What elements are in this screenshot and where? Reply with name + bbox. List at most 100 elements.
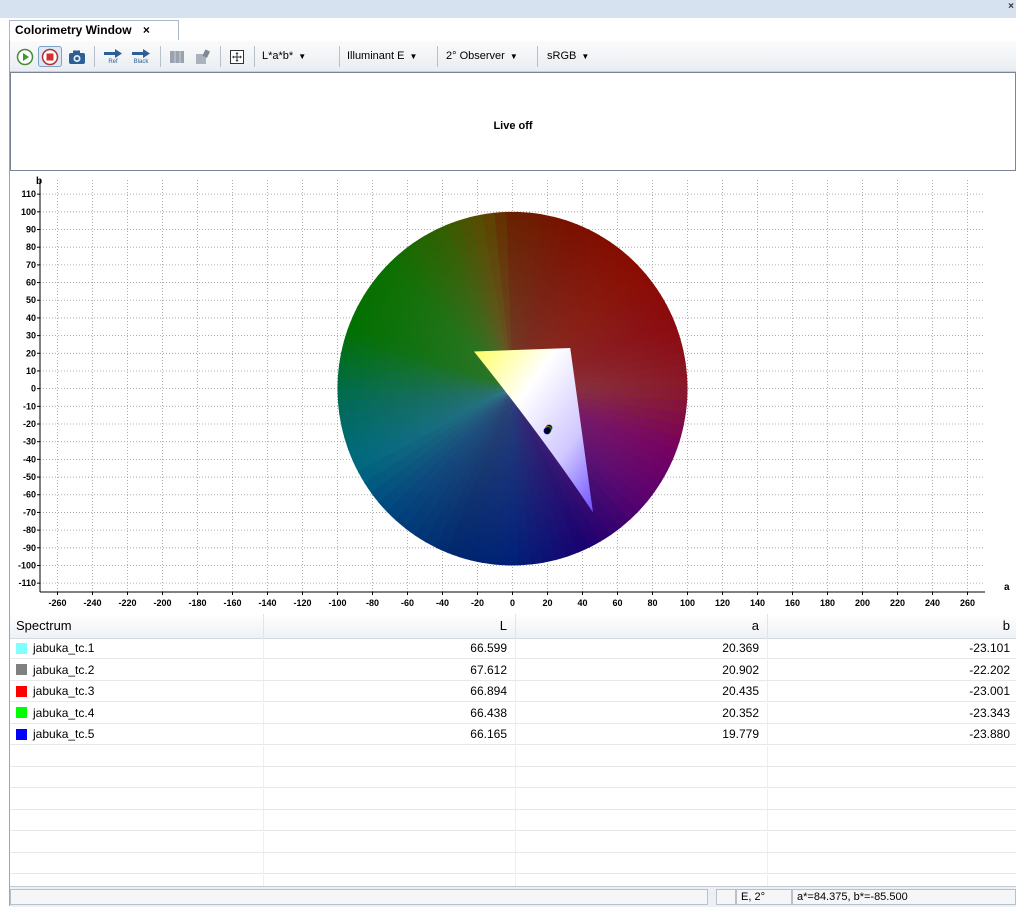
toolbar-separator [537,46,538,67]
spectrum-name: jabuka_tc.1 [33,641,95,655]
paint-icon [196,48,210,64]
y-tick-label: 40 [26,313,36,323]
snapshot-button[interactable] [66,46,88,67]
empty-cell [10,745,264,766]
status-bar: E, 2° a*=84.375, b*=-85.500 [10,886,1016,907]
ref-arrow-icon [104,48,122,58]
table-header: Spectrum L a b [10,614,1016,639]
live-preview-panel: Live off [10,72,1016,171]
reference-button[interactable]: Ref [100,46,126,67]
y-tick-label: -110 [18,578,36,588]
a-cell: 20.902 [516,659,768,680]
y-tick-label: -60 [23,490,36,500]
x-tick-label: 240 [925,598,940,608]
tab-close-icon[interactable]: × [143,23,150,37]
play-button[interactable] [14,46,36,67]
spectrum-name: jabuka_tc.2 [33,662,95,677]
y-tick-label: 10 [26,366,36,376]
paint-button[interactable] [192,46,214,67]
chevron-down-icon: ▼ [298,52,307,61]
spectrum-name: jabuka_tc.4 [33,705,95,720]
x-tick-label: 140 [750,598,765,608]
black-arrow-icon [132,48,150,58]
a-cell: 20.435 [516,681,768,701]
l-cell: 67.612 [264,659,516,680]
y-tick-label: -50 [23,472,36,482]
spectrum-cell: jabuka_tc.4 [10,702,264,723]
observer-dropdown[interactable]: 2° Observer ▼ [446,47,518,66]
x-tick-label: -80 [366,598,379,608]
column-header-b[interactable]: b [768,614,1016,638]
rgb-space-dropdown[interactable]: sRGB ▼ [547,47,589,66]
camera-icon [69,50,85,64]
empty-cell [264,831,516,852]
chevron-down-icon: ▼ [509,52,518,61]
status-observer: E, 2° [736,889,792,905]
l-cell: 66.599 [264,638,516,658]
stop-button[interactable] [38,46,62,67]
y-tick-label: 80 [26,242,36,252]
empty-table-row[interactable] [10,745,1016,767]
empty-table-row[interactable] [10,853,1016,874]
lab-plot-svg[interactable]: -260 -240 -220 -200 -180 -160 -140 -120 -100 -80-… [10,172,1016,612]
y-tick-label: 100 [21,207,36,217]
close-panel-icon[interactable]: × [1008,1,1014,12]
x-tick-label: -160 [223,598,241,608]
color-swatch [16,707,27,718]
empty-table-row[interactable] [10,831,1016,853]
column-header-spectrum[interactable]: Spectrum [10,614,264,638]
rgb-space-value: sRGB [547,50,577,62]
x-tick-label: -40 [436,598,449,608]
empty-cell [10,788,264,809]
chromaticity-plot[interactable]: -260 -240 -220 -200 -180 -160 -140 -120 -100 -80-… [10,172,1016,612]
y-tick-label: 30 [26,331,36,341]
table-row[interactable]: jabuka_tc.2 67.612 20.902 -22.202 [10,659,1016,681]
grid-view-button[interactable] [166,46,188,67]
empty-cell [768,810,1016,830]
column-header-a[interactable]: a [516,614,768,638]
ref-label: Ref [108,58,118,65]
empty-table-row[interactable] [10,788,1016,810]
illuminant-dropdown[interactable]: Illuminant E ▼ [347,47,417,66]
a-cell: 20.369 [516,638,768,658]
tab-title: Colorimetry Window [15,23,132,37]
status-message-cell [10,889,708,905]
fit-view-button[interactable] [226,46,248,67]
toolbar-separator [220,46,221,67]
empty-cell [516,767,768,787]
black-button[interactable]: Black [128,46,154,67]
table-row[interactable]: jabuka_tc.5 66.165 19.779 -23.880 [10,724,1016,745]
toolbar: Ref Black L*a*b* ▼ Illuminant E ▼ 2° Obs… [10,41,1016,72]
empty-cell [10,810,264,830]
x-tick-label: 260 [960,598,975,608]
empty-table-row[interactable] [10,810,1016,831]
table-row[interactable]: jabuka_tc.4 66.438 20.352 -23.343 [10,702,1016,724]
empty-cell [264,788,516,809]
x-tick-label: 0 [510,598,515,608]
empty-cell [768,832,1016,852]
column-header-l[interactable]: L [264,614,516,638]
spectrum-cell: jabuka_tc.3 [10,681,264,701]
b-cell: -23.101 [969,641,1010,655]
tab-colorimetry-window[interactable]: Colorimetry Window × [9,20,179,40]
table-row[interactable]: jabuka_tc.1 66.599 20.369 -23.101 [10,638,1016,659]
chevron-down-icon: ▼ [581,52,590,61]
live-status-text: Live off [493,120,533,132]
data-point [543,427,551,435]
empty-table-row[interactable] [10,767,1016,788]
empty-cell [516,810,768,830]
empty-cell [516,788,768,809]
x-tick-label: -240 [83,598,101,608]
play-icon [16,48,34,65]
y-tick-label: 110 [21,189,36,199]
a-cell: 20.352 [516,702,768,723]
color-swatch [16,642,27,654]
toolbar-separator [94,46,95,67]
toolbar-separator [437,46,438,67]
table-row[interactable]: jabuka_tc.3 66.894 20.435 -23.001 [10,681,1016,702]
illuminant-value: Illuminant E [347,50,405,62]
b-cell: -23.880 [969,727,1010,741]
color-space-dropdown[interactable]: L*a*b* ▼ [262,47,306,66]
x-tick-label: 60 [612,598,622,608]
empty-cell [10,853,264,873]
